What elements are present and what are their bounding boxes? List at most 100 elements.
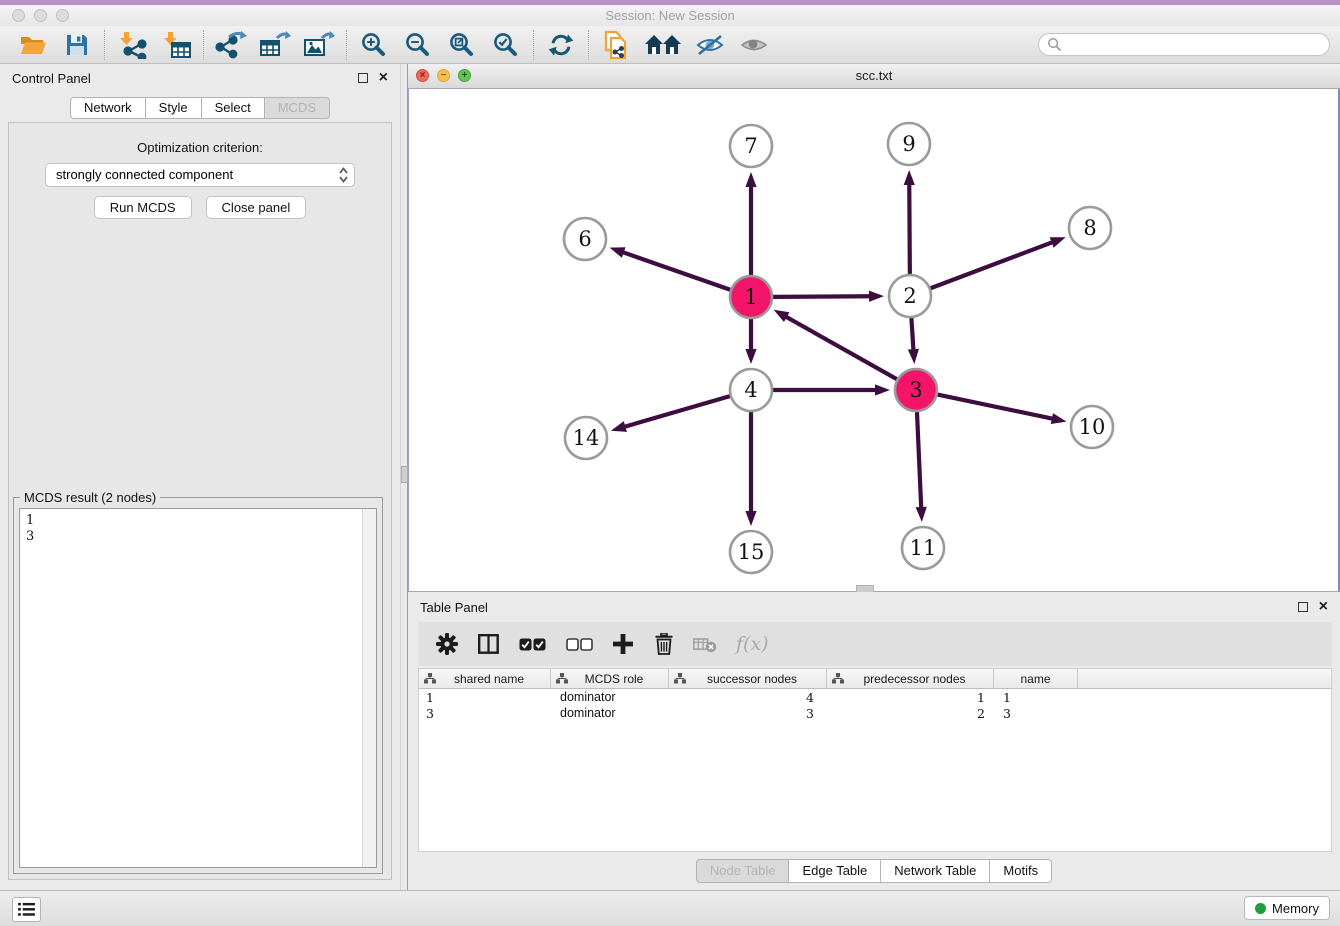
graph-node-label-14: 14 bbox=[573, 426, 600, 450]
control-panel-header: Control Panel × bbox=[0, 64, 400, 94]
column-header-name[interactable]: name bbox=[994, 669, 1078, 688]
add-column-icon bbox=[613, 634, 633, 654]
table-toolbar: f(x) bbox=[418, 622, 1332, 666]
tab-motifs[interactable]: Motifs bbox=[989, 859, 1052, 883]
graph-edge-3-1[interactable] bbox=[785, 316, 897, 379]
cell-successor-nodes[interactable]: 3 bbox=[669, 706, 827, 721]
zoom-in-button[interactable] bbox=[357, 30, 391, 60]
graph-edge-3-11[interactable] bbox=[917, 412, 921, 509]
run-mcds-button[interactable]: Run MCDS bbox=[94, 196, 192, 219]
graph-node-label-9: 9 bbox=[902, 132, 915, 156]
float-panel-icon[interactable] bbox=[358, 73, 368, 83]
graph-edge-2-8[interactable] bbox=[931, 242, 1054, 288]
split-columns-icon bbox=[478, 634, 499, 654]
clone-network-button[interactable] bbox=[599, 30, 633, 60]
network-canvas[interactable]: 7968124314101511 bbox=[408, 89, 1340, 592]
result-item[interactable]: 3 bbox=[20, 529, 376, 545]
deselect-all-button[interactable] bbox=[564, 631, 594, 657]
tab-select[interactable]: Select bbox=[201, 97, 265, 119]
task-history-button[interactable] bbox=[12, 897, 41, 922]
graph-edge-3-10[interactable] bbox=[938, 395, 1054, 419]
window-controls bbox=[12, 9, 69, 22]
column-header-predecessor-nodes[interactable]: predecessor nodes bbox=[827, 669, 994, 688]
delete-button[interactable] bbox=[652, 631, 676, 657]
graph-edge-arrow-2-9 bbox=[904, 170, 915, 185]
app-title: Session: New Session bbox=[0, 5, 1340, 26]
graph-edge-2-9[interactable] bbox=[909, 183, 910, 274]
zoom-fit-button[interactable] bbox=[445, 30, 479, 60]
node-table[interactable]: shared name MCDS role bbox=[418, 668, 1332, 852]
float-table-panel-icon[interactable] bbox=[1298, 602, 1308, 612]
tab-edge-table[interactable]: Edge Table bbox=[788, 859, 881, 883]
export-table-button[interactable] bbox=[258, 30, 292, 60]
graph-node-label-1: 1 bbox=[744, 285, 757, 309]
export-network-button[interactable] bbox=[214, 30, 248, 60]
tab-style[interactable]: Style bbox=[145, 97, 202, 119]
graph-edge-2-3[interactable] bbox=[911, 318, 913, 351]
divider-grip[interactable] bbox=[401, 466, 408, 483]
control-panel-title: Control Panel bbox=[12, 71, 91, 86]
hide-selected-icon bbox=[695, 33, 725, 57]
graph-edge-1-2[interactable] bbox=[773, 296, 871, 297]
mcds-result-title: MCDS result (2 nodes) bbox=[20, 490, 160, 505]
save-session-button[interactable] bbox=[60, 30, 94, 60]
cell-name[interactable]: 1 bbox=[994, 690, 1078, 705]
select-all-button[interactable] bbox=[517, 631, 547, 657]
cell-mcds-role[interactable]: dominator bbox=[551, 706, 669, 720]
import-table-button[interactable] bbox=[159, 30, 193, 60]
delete-table-button[interactable] bbox=[693, 631, 717, 657]
column-header-mcds-role[interactable]: MCDS role bbox=[551, 669, 669, 688]
export-image-button[interactable] bbox=[302, 30, 336, 60]
result-scrollbar[interactable] bbox=[362, 509, 376, 867]
column-header-successor-nodes[interactable]: successor nodes bbox=[669, 669, 827, 688]
add-column-button[interactable] bbox=[611, 631, 635, 657]
cell-predecessor-nodes[interactable]: 1 bbox=[827, 690, 994, 705]
search-icon bbox=[1047, 37, 1062, 52]
graph-edge-1-6[interactable] bbox=[622, 252, 730, 290]
zoom-out-button[interactable] bbox=[401, 30, 435, 60]
graph-edge-4-14[interactable] bbox=[623, 396, 729, 427]
criterion-dropdown[interactable]: strongly connected component bbox=[45, 163, 355, 187]
graph-edge-arrow-4-3 bbox=[875, 384, 890, 395]
close-window-button[interactable] bbox=[12, 9, 25, 22]
result-item[interactable]: 1 bbox=[20, 509, 376, 529]
cell-successor-nodes[interactable]: 4 bbox=[669, 690, 827, 705]
table-row[interactable]: 1 dominator 4 1 1 bbox=[419, 689, 1331, 705]
cell-predecessor-nodes[interactable]: 2 bbox=[827, 706, 994, 721]
cell-mcds-role[interactable]: dominator bbox=[551, 690, 669, 704]
gear-button[interactable] bbox=[435, 631, 459, 657]
cell-name[interactable]: 3 bbox=[994, 706, 1078, 721]
network-canvas-svg[interactable]: 7968124314101511 bbox=[409, 89, 1338, 591]
home-view-button[interactable] bbox=[643, 30, 683, 60]
import-network-button[interactable] bbox=[115, 30, 149, 60]
close-network-button[interactable]: × bbox=[416, 69, 429, 82]
column-header-shared-name[interactable]: shared name bbox=[419, 669, 551, 688]
tab-network-table[interactable]: Network Table bbox=[880, 859, 990, 883]
split-columns-button[interactable] bbox=[476, 631, 500, 657]
close-panel-icon[interactable]: × bbox=[379, 72, 388, 84]
table-row[interactable]: 3 dominator 3 2 3 bbox=[419, 705, 1331, 721]
panel-split-divider[interactable] bbox=[400, 64, 408, 890]
search-box[interactable] bbox=[1038, 33, 1330, 56]
zoom-window-button[interactable] bbox=[56, 9, 69, 22]
network-window-titlebar[interactable]: × − + scc.txt bbox=[408, 64, 1340, 89]
show-all-button[interactable] bbox=[737, 30, 771, 60]
mcds-result-list[interactable]: 1 3 bbox=[19, 508, 377, 868]
close-table-panel-icon[interactable]: × bbox=[1319, 601, 1328, 613]
tab-network[interactable]: Network bbox=[70, 97, 146, 119]
cell-shared-name[interactable]: 3 bbox=[419, 706, 551, 721]
maximize-network-button[interactable]: + bbox=[458, 69, 471, 82]
zoom-selected-button[interactable] bbox=[489, 30, 523, 60]
minimize-window-button[interactable] bbox=[34, 9, 47, 22]
close-panel-button[interactable]: Close panel bbox=[206, 196, 307, 219]
minimize-network-button[interactable]: − bbox=[437, 69, 450, 82]
memory-button[interactable]: Memory bbox=[1244, 896, 1330, 920]
function-builder-button[interactable]: f(x) bbox=[736, 633, 769, 655]
tab-mcds[interactable]: MCDS bbox=[264, 97, 330, 119]
open-session-button[interactable] bbox=[16, 30, 50, 60]
refresh-layout-button[interactable] bbox=[544, 30, 578, 60]
cell-shared-name[interactable]: 1 bbox=[419, 690, 551, 705]
tab-node-table[interactable]: Node Table bbox=[696, 859, 790, 883]
search-input[interactable] bbox=[1067, 35, 1329, 55]
hide-selected-button[interactable] bbox=[693, 30, 727, 60]
